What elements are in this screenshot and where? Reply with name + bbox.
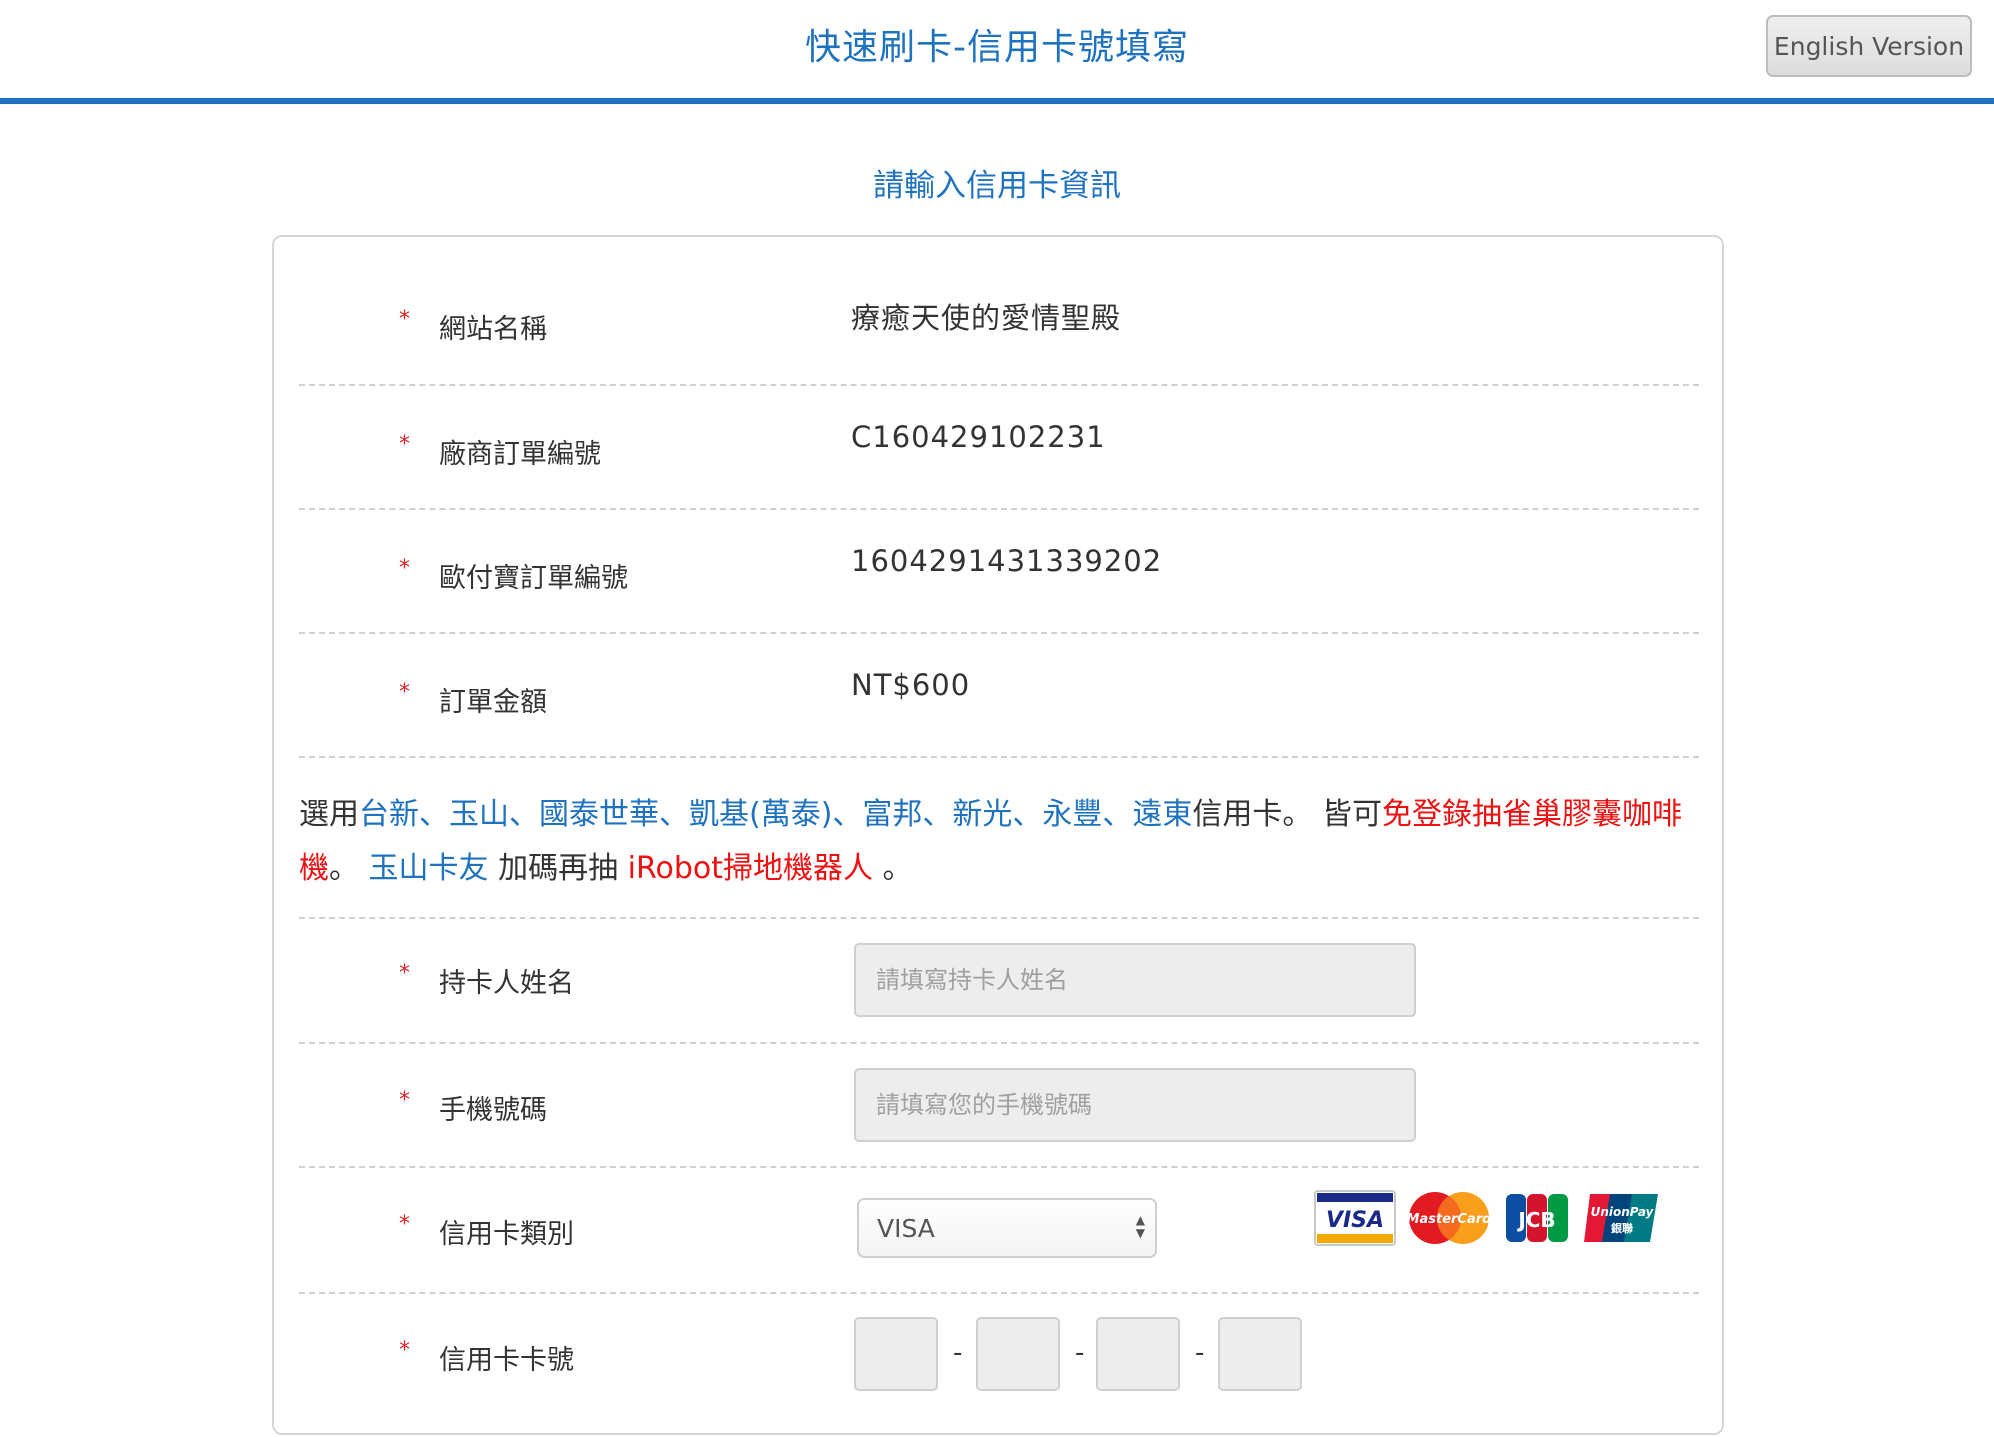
promo-banks: 台新、玉山、國泰世華、凱基(萬泰)、富邦、新光、永豐、遠東	[359, 797, 1193, 832]
card-number-label: 信用卡卡號	[439, 1345, 574, 1376]
page-title: 快速刷卡-信用卡號填寫	[805, 27, 1189, 68]
mastercard-logo-icon: MasterCard	[1407, 1192, 1492, 1244]
svg-text:銀聯: 銀聯	[1611, 1221, 1633, 1235]
promo-suffix: 信用卡。 皆可	[1192, 797, 1382, 832]
required-mark: *	[399, 1212, 410, 1237]
row-card-type: * 信用卡類別 VISA ▲ ▼ VISA MasterCard JCB Uni…	[299, 1168, 1699, 1294]
unionpay-logo-icon: UnionPay 銀聯	[1584, 1194, 1658, 1242]
promo-sep: 。	[329, 851, 359, 886]
card-number-separator: -	[953, 1338, 963, 1368]
required-mark: *	[399, 1088, 410, 1113]
merchant-order-no-value: C160429102231	[851, 420, 1106, 454]
row-site-name: * 網站名稱 療癒天使的愛情聖殿	[299, 237, 1699, 386]
visa-logo-icon: VISA	[1314, 1190, 1396, 1246]
card-number-separator: -	[1195, 1338, 1205, 1368]
promo-prize-irobot: iRobot掃地機器人	[627, 851, 873, 886]
required-mark: *	[399, 680, 410, 705]
row-cardholder-name: * 持卡人姓名	[299, 919, 1699, 1044]
order-amount-value: NT$600	[851, 668, 971, 702]
site-name-value: 療癒天使的愛情聖殿	[851, 301, 1122, 335]
row-allpay-order-no: * 歐付寶訂單編號 1604291431339202	[299, 510, 1699, 634]
card-number-part-2-input[interactable]	[976, 1317, 1060, 1391]
required-mark: *	[399, 1338, 410, 1363]
card-number-part-1-input[interactable]	[854, 1317, 938, 1391]
required-mark: *	[399, 961, 410, 986]
promo-prefix: 選用	[299, 797, 359, 832]
card-type-select[interactable]: VISA ▲ ▼	[857, 1198, 1157, 1258]
row-card-number: * 信用卡卡號 - - -	[299, 1294, 1699, 1437]
row-merchant-order-no: * 廠商訂單編號 C160429102231	[299, 386, 1699, 510]
page-header: 快速刷卡-信用卡號填寫 English Version	[0, 0, 1994, 104]
card-type-selected-value: VISA	[877, 1213, 935, 1243]
svg-text:UnionPay: UnionPay	[1591, 1205, 1655, 1219]
cardholder-name-input[interactable]	[854, 943, 1416, 1017]
row-order-amount: * 訂單金額 NT$600	[299, 634, 1699, 758]
card-type-label: 信用卡類別	[439, 1219, 574, 1250]
allpay-order-no-value: 1604291431339202	[851, 544, 1163, 578]
promo-end: 。	[882, 851, 913, 886]
card-number-part-4-input[interactable]	[1218, 1317, 1302, 1391]
required-mark: *	[399, 432, 410, 457]
promo-plus: 加碼再抽	[498, 851, 619, 886]
merchant-order-no-label: 廠商訂單編號	[439, 439, 601, 470]
order-amount-label: 訂單金額	[439, 687, 547, 718]
english-version-button[interactable]: English Version	[1766, 15, 1972, 77]
required-mark: *	[399, 307, 410, 332]
row-phone: * 手機號碼	[299, 1044, 1699, 1168]
card-number-part-3-input[interactable]	[1096, 1317, 1180, 1391]
required-mark: *	[399, 556, 410, 581]
phone-label: 手機號碼	[439, 1095, 547, 1126]
svg-text:VISA: VISA	[1326, 1208, 1384, 1233]
credit-card-form-panel: * 網站名稱 療癒天使的愛情聖殿 * 廠商訂單編號 C160429102231 …	[272, 235, 1724, 1435]
card-number-separator: -	[1075, 1338, 1085, 1368]
site-name-label: 網站名稱	[439, 314, 547, 345]
promo-text: 選用台新、玉山、國泰世華、凱基(萬泰)、富邦、新光、永豐、遠東信用卡。 皆可免登…	[299, 758, 1699, 919]
allpay-order-no-label: 歐付寶訂單編號	[439, 563, 628, 594]
phone-input[interactable]	[854, 1068, 1416, 1142]
svg-text:JCB: JCB	[1516, 1208, 1555, 1232]
svg-text:MasterCard: MasterCard	[1407, 1212, 1492, 1227]
promo-esun: 玉山卡友	[368, 851, 489, 886]
cardholder-name-label: 持卡人姓名	[439, 968, 574, 999]
jcb-logo-icon: JCB	[1506, 1194, 1568, 1242]
section-title: 請輸入信用卡資訊	[873, 168, 1121, 204]
select-arrows-icon: ▲ ▼	[1135, 1213, 1145, 1240]
